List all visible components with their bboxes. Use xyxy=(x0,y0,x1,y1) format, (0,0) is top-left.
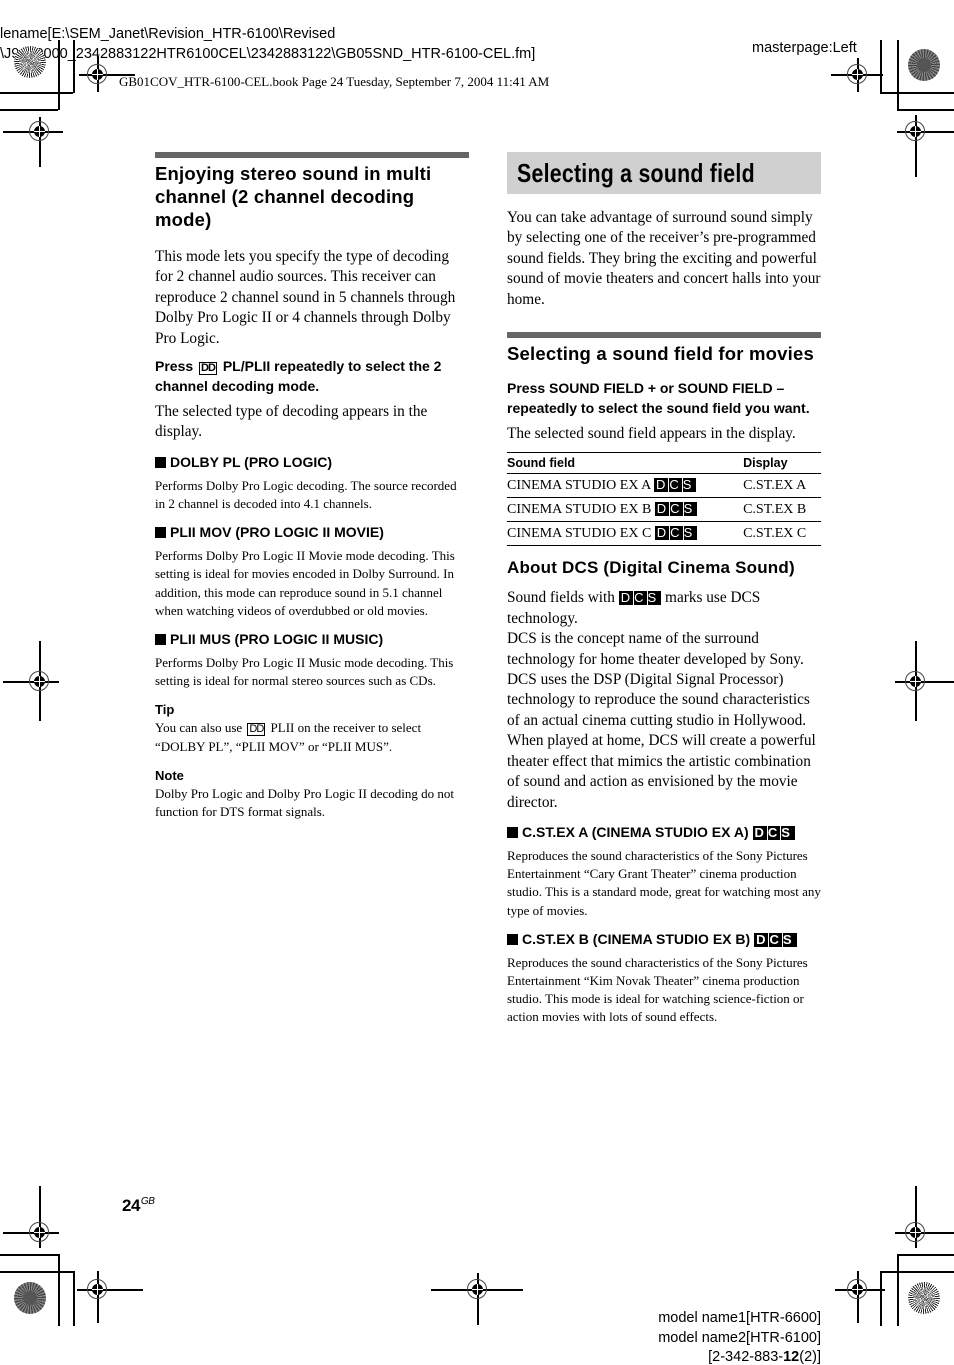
instruction-step: Press SOUND FIELD + or SOUND FIELD – rep… xyxy=(507,380,810,416)
book-info: GB01COV_HTR-6100-CEL.book Page 24 Tuesda… xyxy=(119,74,550,89)
sound-field-cell: CINEMA STUDIO EX B DCS xyxy=(507,497,740,523)
mode-description: Performs Dolby Pro Logic II Movie mode d… xyxy=(155,548,455,618)
section-rule xyxy=(507,332,821,339)
column-header-display: Display xyxy=(739,452,821,475)
right-column: Selecting a sound field You can take adv… xyxy=(507,152,821,1031)
left-column: Enjoying stereo sound in multi channel (… xyxy=(155,152,469,825)
crop-mark xyxy=(0,1254,58,1256)
registration-star-icon xyxy=(908,1282,940,1314)
section-heading-stereo-multichannel: Enjoying stereo sound in multi channel (… xyxy=(155,163,432,230)
about-dcs-paragraph: DCS is the concept name of the surround … xyxy=(507,630,804,668)
crop-mark xyxy=(58,1254,60,1326)
about-dcs-paragraph: DCS uses the DSP (Digital Signal Process… xyxy=(507,671,810,729)
page-title-box: Selecting a sound field xyxy=(507,152,821,194)
square-bullet-icon xyxy=(155,634,166,646)
column-header-sound-field: Sound field xyxy=(507,452,740,475)
display-cell: C.ST.EX C xyxy=(739,521,821,547)
section-rule xyxy=(155,152,469,158)
mode-heading: PLII MUS (PRO LOGIC II MUSIC) xyxy=(155,630,469,648)
square-bullet-icon xyxy=(507,826,518,838)
crop-mark xyxy=(897,1254,899,1326)
intro-paragraph: This mode lets you specify the type of d… xyxy=(155,248,456,347)
table-row: CINEMA STUDIO EX C DCS C.ST.EX C xyxy=(507,521,821,547)
dcs-badge-icon: DCS xyxy=(752,824,795,840)
filename-line-1: lename[E:\SEM_Janet\Revision_HTR-6100\Re… xyxy=(0,26,336,42)
dcs-badge-icon: DCS xyxy=(654,500,698,516)
table-header-row: Sound field Display xyxy=(507,452,821,475)
square-bullet-icon xyxy=(507,933,518,945)
crop-mark xyxy=(73,40,75,93)
mode-description: Performs Dolby Pro Logic II Music mode d… xyxy=(155,655,454,689)
crop-mark xyxy=(0,1271,74,1273)
instruction-step: Press DD PL/PLII repeatedly to select th… xyxy=(155,358,442,394)
model-name-2: model name2[HTR-6100] xyxy=(658,1330,821,1346)
dcs-badge-icon: DCS xyxy=(618,590,662,606)
step-result: The selected sound field appears in the … xyxy=(507,425,796,443)
crop-mark xyxy=(880,1271,954,1273)
about-dcs-paragraph: When played at home, DCS will create a p… xyxy=(507,732,816,811)
crop-mark xyxy=(880,40,882,93)
registration-star-icon xyxy=(14,46,46,78)
section-heading-movies: Selecting a sound field for movies xyxy=(507,343,814,365)
crop-mark xyxy=(0,109,58,111)
registration-star-icon xyxy=(908,49,940,81)
crop-mark xyxy=(880,92,954,94)
note-text: Dolby Pro Logic and Dolby Pro Logic II d… xyxy=(155,785,454,820)
registration-star-icon xyxy=(14,1282,46,1314)
crop-mark xyxy=(897,109,954,111)
mode-heading: C.ST.EX B (CINEMA STUDIO EX B) DCS xyxy=(507,930,821,948)
mode-heading: DOLBY PL (PRO LOGIC) xyxy=(155,453,469,471)
dcs-badge-icon: DCS xyxy=(654,476,697,492)
sound-field-cell: CINEMA STUDIO EX A DCS xyxy=(507,473,740,499)
model-name-1: model name1[HTR-6600] xyxy=(658,1310,821,1326)
page-title: Selecting a sound field xyxy=(517,158,755,188)
page-suffix: GB xyxy=(140,1196,155,1207)
dcs-badge-icon: DCS xyxy=(754,931,797,947)
square-bullet-icon xyxy=(155,527,166,539)
table-row: CINEMA STUDIO EX A DCS C.ST.EX A xyxy=(507,473,821,499)
filename-metadata: lename[E:\SEM_Janet\Revision_HTR-6100\Re… xyxy=(0,24,535,64)
page-number: 24GB xyxy=(122,1196,155,1215)
dcs-badge-icon: DCS xyxy=(654,524,698,540)
dolby-logo-icon: DD xyxy=(247,723,266,737)
mode-description: Reproduces the sound characteristics of … xyxy=(507,954,808,1025)
display-cell: C.ST.EX B xyxy=(739,497,821,523)
crop-mark xyxy=(880,1271,882,1326)
mode-description: Performs Dolby Pro Logic decoding. The s… xyxy=(155,477,457,512)
tip-text: You can also use DD PLII on the receiver… xyxy=(155,720,422,754)
sound-field-table: Sound field Display CINEMA STUDIO EX A D… xyxy=(507,452,821,547)
crop-mark xyxy=(73,1271,75,1326)
crop-mark xyxy=(58,40,60,110)
crop-mark xyxy=(897,40,899,110)
square-bullet-icon xyxy=(155,456,166,468)
step-result: The selected type of decoding appears in… xyxy=(155,403,428,441)
mode-heading: C.ST.EX A (CINEMA STUDIO EX A) DCS xyxy=(507,823,821,841)
mode-description: Reproduces the sound characteristics of … xyxy=(507,847,821,918)
crop-mark xyxy=(0,92,73,94)
filename-line-2: \J9040000_2342883122HTR6100CEL\234288312… xyxy=(0,46,536,62)
about-dcs-paragraph: Sound fields with DCS marks use DCS tech… xyxy=(507,589,761,627)
display-cell: C.ST.EX A xyxy=(739,473,821,499)
mode-heading: PLII MOV (PRO LOGIC II MOVIE) xyxy=(155,523,469,541)
intro-paragraph: You can take advantage of surround sound… xyxy=(507,209,821,308)
sound-field-cell: CINEMA STUDIO EX C DCS xyxy=(507,521,740,547)
table-row: CINEMA STUDIO EX B DCS C.ST.EX B xyxy=(507,497,821,523)
dolby-logo-icon: DD xyxy=(199,362,217,376)
note-label: Note xyxy=(155,767,184,783)
masterpage-label: masterpage:Left xyxy=(752,40,857,56)
about-dcs-heading: About DCS (Digital Cinema Sound) xyxy=(507,558,795,578)
crop-mark xyxy=(897,1254,954,1256)
part-number: [2-342-883-12(2)] xyxy=(708,1349,821,1365)
tip-label: Tip xyxy=(155,702,175,718)
